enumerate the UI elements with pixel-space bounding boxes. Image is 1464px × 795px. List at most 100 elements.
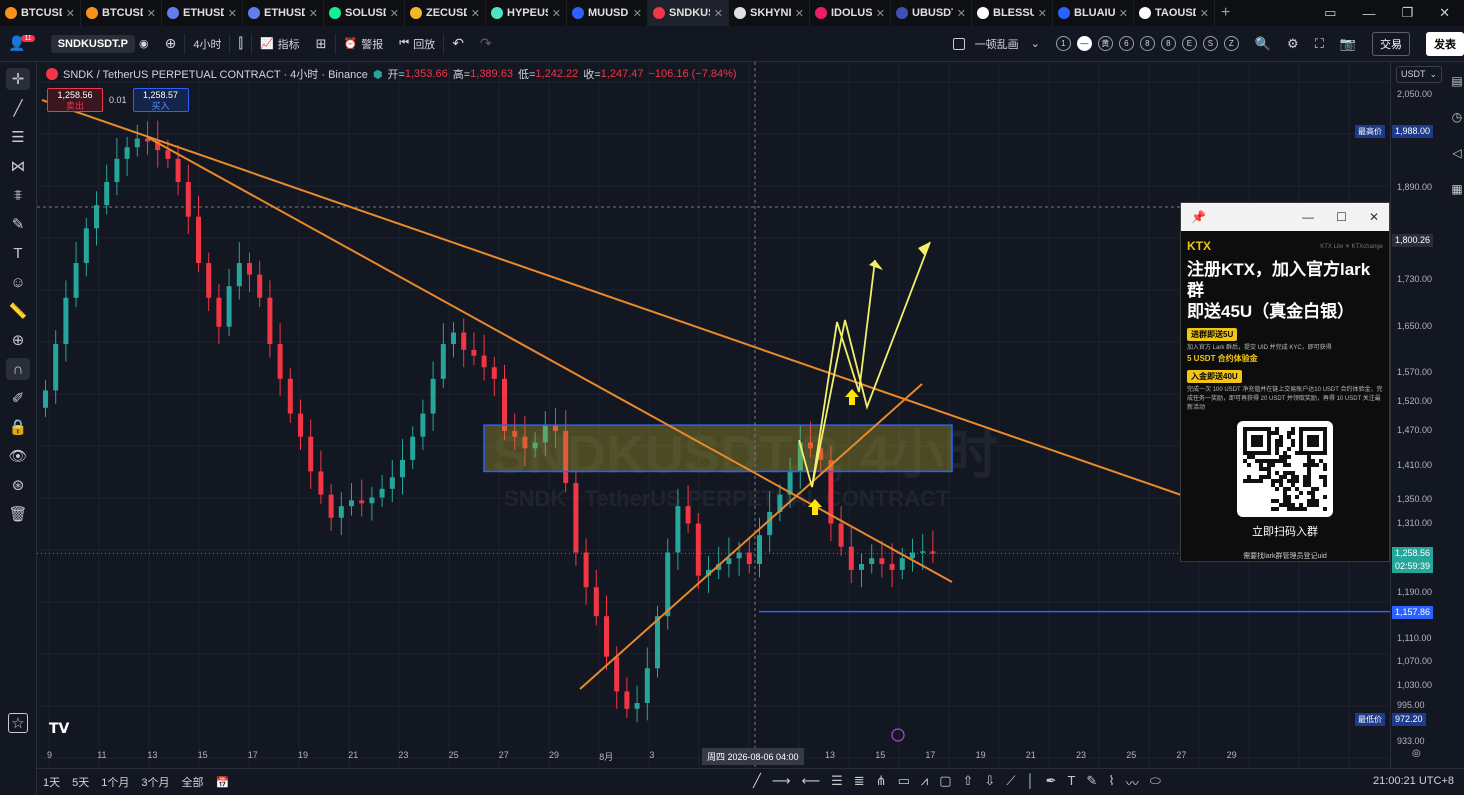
range-button-1[interactable]: 5天 — [66, 774, 95, 790]
close-icon[interactable]: ✕ — [552, 7, 561, 20]
timeframe-shortcut-2[interactable]: 黄 — [1097, 36, 1113, 51]
calendar-icon[interactable]: ▦ — [1451, 182, 1462, 196]
close-icon[interactable]: ✕ — [633, 7, 642, 20]
tab-taousd-14[interactable]: TAOUSD ✕ — [1134, 0, 1215, 26]
close-icon[interactable]: ✕ — [957, 7, 966, 20]
timeframe-shortcut-1[interactable]: — — [1076, 36, 1092, 51]
close-icon[interactable]: ✕ — [1369, 210, 1379, 224]
timeframe-shortcut-6[interactable]: E — [1181, 36, 1197, 51]
hide-tool[interactable]: 👁 — [6, 445, 30, 467]
object-tree-tool[interactable]: ⊛ — [6, 474, 30, 496]
buy-button[interactable]: 1,258.57 买入 — [132, 88, 189, 112]
undo-button[interactable]: ↶ — [444, 26, 472, 62]
ray-icon[interactable]: ⟶ — [772, 773, 791, 792]
interval-button[interactable]: 4小时 — [185, 26, 229, 62]
layout-templates-button[interactable]: ⊞ — [308, 26, 335, 62]
tab-muusd-7[interactable]: MUUSD ✕ — [567, 0, 648, 26]
range-button-0[interactable]: 1天 — [37, 774, 66, 790]
range-button-4[interactable]: 全部 — [176, 774, 210, 790]
fullscreen-button[interactable]: ⛶ — [1307, 26, 1332, 62]
zigzag-icon[interactable]: ⩘ — [921, 773, 928, 792]
delete-tool[interactable]: 🗑 — [6, 503, 30, 525]
fib-tool[interactable]: ☰ — [6, 126, 30, 148]
chat-icon[interactable]: ◁ — [1452, 146, 1461, 160]
trade-button[interactable]: 交易 — [1364, 26, 1418, 62]
search-button[interactable]: 🔍 — [1247, 26, 1279, 62]
add-tab-icon[interactable]: + — [1221, 4, 1230, 22]
tab-blessu-12[interactable]: BLESSU ✕ — [972, 0, 1053, 26]
trendline-tool[interactable]: ╱ — [6, 97, 30, 119]
close-icon[interactable]: ✕ — [876, 7, 885, 20]
forecast-tool[interactable]: ⩨ — [6, 184, 30, 206]
close-icon[interactable]: ✕ — [390, 7, 399, 20]
crosshair-tool[interactable]: ✛ — [6, 68, 30, 90]
lock-tool[interactable]: 🔒 — [6, 416, 30, 438]
zoom-tool[interactable]: ⊕ — [6, 329, 30, 351]
wave-icon[interactable]: 〰 — [1126, 773, 1139, 792]
redo-button[interactable]: ↷ — [472, 26, 500, 62]
pen-icon[interactable]: ✒ — [1046, 773, 1057, 792]
trendline-icon[interactable]: ╱ — [753, 773, 761, 792]
timezone-settings-icon[interactable]: ◎ — [1412, 748, 1421, 759]
highlighter-icon[interactable]: ✎ — [1086, 773, 1097, 792]
callout-icon[interactable]: ▭ — [898, 773, 910, 792]
tab-hypeus-6[interactable]: HYPEUS ✕ — [486, 0, 567, 26]
emoji-tool[interactable]: ☺ — [6, 271, 30, 293]
qr-code[interactable] — [1237, 421, 1333, 517]
close-icon[interactable]: ✕ — [1038, 7, 1047, 20]
arrow-up-icon[interactable]: ⇧ — [963, 773, 974, 792]
path-icon[interactable]: ⟋ — [1006, 773, 1015, 792]
close-icon[interactable]: ✕ — [1119, 7, 1128, 20]
tab-ethusd-2[interactable]: ETHUSD ✕ — [162, 0, 243, 26]
tab-idolus-10[interactable]: IDOLUS ✕ — [810, 0, 891, 26]
close-icon[interactable]: ✕ — [309, 7, 318, 20]
goto-date-button[interactable]: 📅 — [210, 776, 236, 789]
sell-button[interactable]: 1,258.56 卖出 — [47, 88, 103, 112]
tab-skhyni-9[interactable]: SKHYNI ✕ — [729, 0, 810, 26]
minimize-icon[interactable]: — — [1362, 6, 1375, 21]
watchlist-icon[interactable]: ▤ — [1451, 74, 1462, 88]
tab-btcusd-0[interactable]: BTCUSD ✕ — [0, 0, 81, 26]
pitchfork-icon[interactable]: ⋔ — [876, 773, 887, 792]
pin-icon[interactable]: 📌 — [1191, 210, 1206, 224]
tab-btcusd-1[interactable]: BTCUSD ✕ — [81, 0, 162, 26]
brush-icon[interactable]: ⌇ — [1108, 773, 1114, 792]
compare-symbol-button[interactable]: ⊕ — [157, 26, 185, 62]
rectangle-icon[interactable]: ▢ — [939, 773, 951, 792]
timeframe-shortcut-0[interactable]: 1 — [1055, 36, 1071, 51]
user-avatar-button[interactable]: 👤 11 — [0, 26, 43, 62]
ellipse-icon[interactable]: ⬭ — [1150, 773, 1161, 792]
timeframe-shortcut-5[interactable]: 8 — [1160, 36, 1176, 51]
publish-button[interactable]: 发表 — [1418, 26, 1464, 62]
replay-button[interactable]: ⏮ 回放 — [391, 26, 443, 62]
settings-button[interactable]: ⚙ — [1279, 26, 1307, 62]
magnet-tool[interactable]: ∩ — [6, 358, 30, 380]
close-icon[interactable]: ✕ — [714, 7, 723, 20]
alerts-clock-icon[interactable]: ◷ — [1452, 110, 1462, 124]
close-icon[interactable]: ✕ — [66, 7, 75, 20]
layout-select-button[interactable]: 一顿乱画 ⌄ — [945, 26, 1048, 62]
symbol-search-button[interactable]: SNDKUSDT.P ◉ — [43, 26, 157, 62]
stay-drawing-tool[interactable]: ✐ — [6, 387, 30, 409]
ruler-tool[interactable]: 📏 — [6, 300, 30, 322]
range-button-3[interactable]: 3个月 — [135, 774, 175, 790]
price-axis[interactable]: USDT ⌄ 2,050.00 1,988.00 1,890.00 1,800.26 1… — [1390, 62, 1450, 768]
favorites-tool[interactable]: ☆ — [6, 712, 30, 734]
range-button-2[interactable]: 1个月 — [95, 774, 135, 790]
chart-type-button[interactable]: ⫿ — [230, 26, 250, 62]
arrow-down-icon[interactable]: ⇩ — [984, 773, 995, 792]
pattern-tool[interactable]: ⋈ — [6, 155, 30, 177]
vertical-line-icon[interactable]: │ — [1026, 773, 1034, 792]
close-icon[interactable]: ✕ — [795, 7, 804, 20]
tab-solusd-4[interactable]: SOLUSD ✕ — [324, 0, 405, 26]
tab-ubusdt-11[interactable]: UBUSDT ✕ — [891, 0, 972, 26]
close-icon[interactable]: ✕ — [228, 7, 237, 20]
timeframe-shortcut-7[interactable]: S — [1202, 36, 1218, 51]
alert-button[interactable]: ⏰ 警报 — [336, 26, 392, 62]
restore-icon[interactable]: ❐ — [1401, 5, 1413, 21]
close-icon[interactable]: ✕ — [147, 7, 156, 20]
close-icon[interactable]: ✕ — [471, 7, 480, 20]
minimize-icon[interactable]: — — [1302, 210, 1314, 224]
close-icon[interactable]: ✕ — [1439, 5, 1450, 21]
tab-ethusd-3[interactable]: ETHUSD ✕ — [243, 0, 324, 26]
